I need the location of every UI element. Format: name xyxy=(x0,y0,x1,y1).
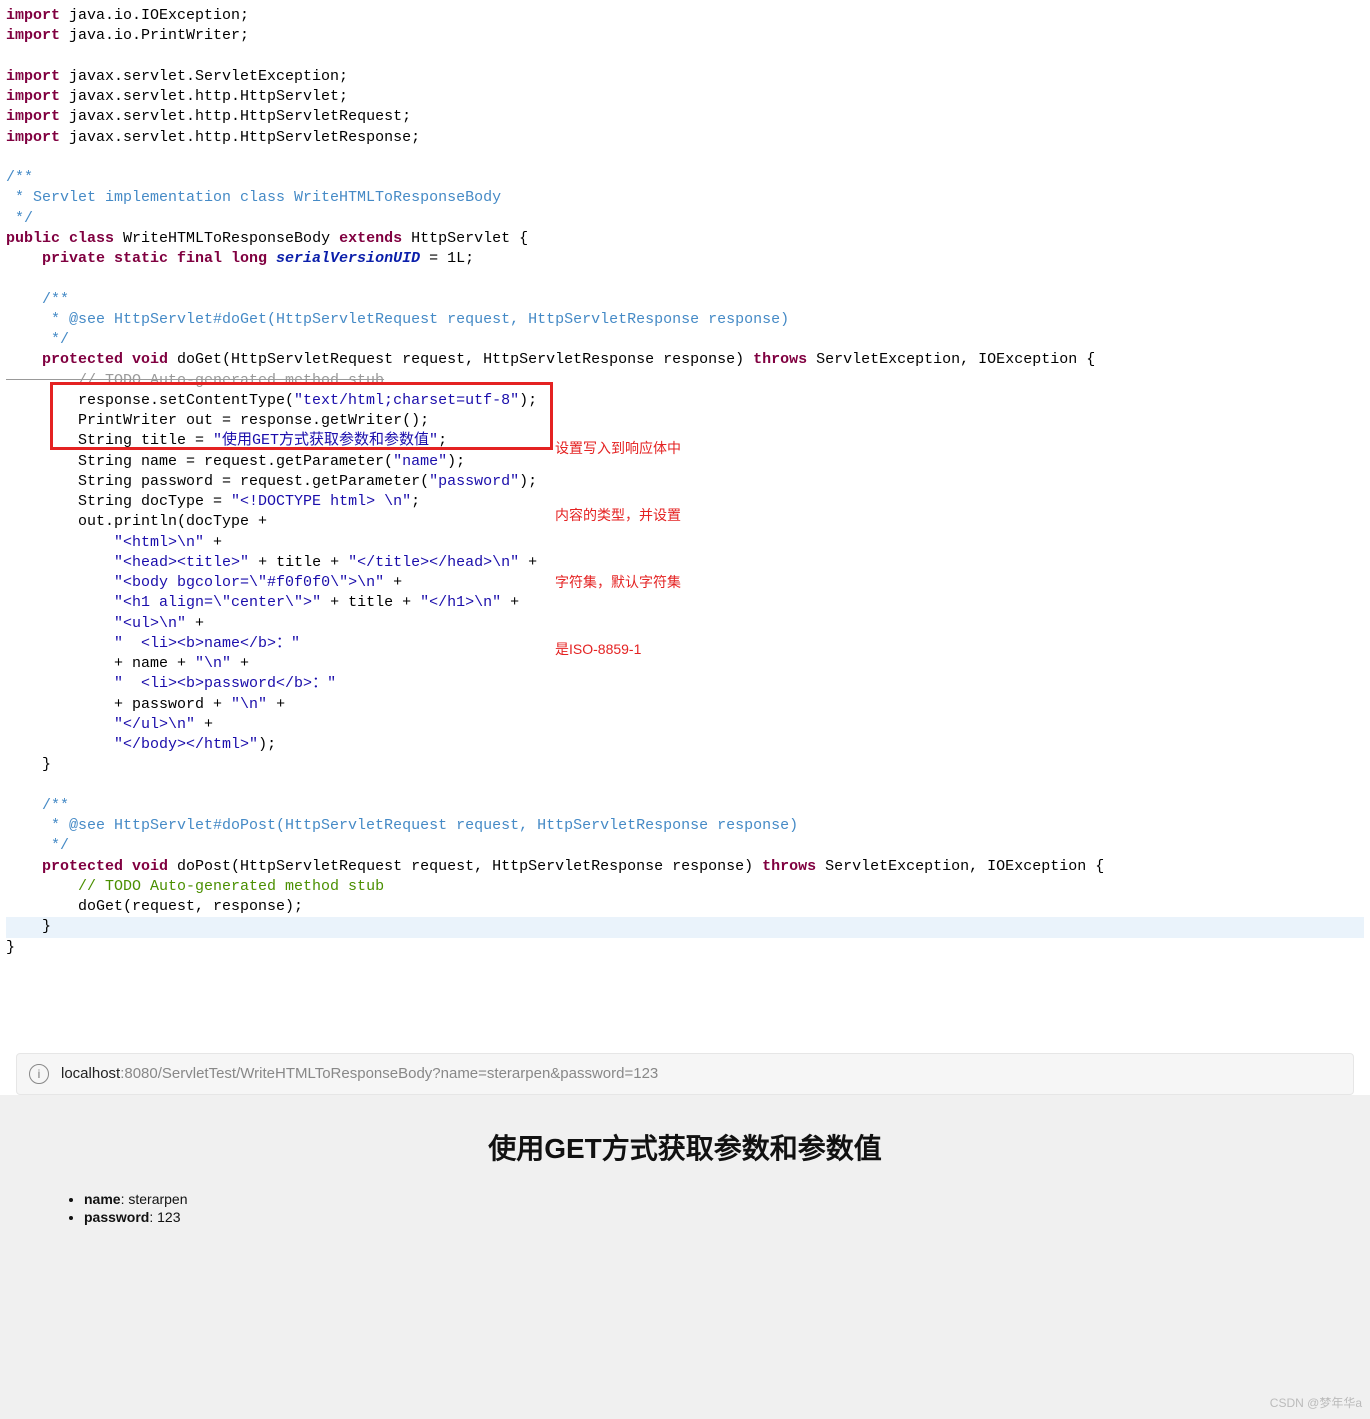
rendered-page: 使用GET方式获取参数和参数值 name: sterarpen password… xyxy=(0,1095,1370,1419)
annotation-line: 设置写入到响应体中 xyxy=(555,437,681,459)
result-list: name: sterarpen password: 123 xyxy=(60,1191,1310,1225)
code-block: import java.io.IOException; import java.… xyxy=(0,0,1370,1045)
page-title: 使用GET方式获取参数和参数值 xyxy=(60,1127,1310,1167)
url-host: localhost xyxy=(61,1065,120,1082)
list-item: name: sterarpen xyxy=(84,1191,1310,1207)
info-icon: i xyxy=(29,1064,49,1084)
annotation-line: 内容的类型，并设置 xyxy=(555,504,681,526)
annotation-line: 是ISO-8859-1 xyxy=(555,638,681,660)
watermark: CSDN @梦年华a xyxy=(1270,1394,1362,1411)
address-bar[interactable]: i localhost:8080/ServletTest/WriteHTMLTo… xyxy=(16,1053,1354,1095)
annotation-text: 设置写入到响应体中 内容的类型，并设置 字符集，默认字符集 是ISO-8859-… xyxy=(555,392,681,705)
list-item: password: 123 xyxy=(84,1209,1310,1225)
url-path: :8080/ServletTest/WriteHTMLToResponseBod… xyxy=(120,1065,658,1082)
annotation-line: 字符集，默认字符集 xyxy=(555,571,681,593)
url-text: localhost:8080/ServletTest/WriteHTMLToRe… xyxy=(61,1065,658,1082)
